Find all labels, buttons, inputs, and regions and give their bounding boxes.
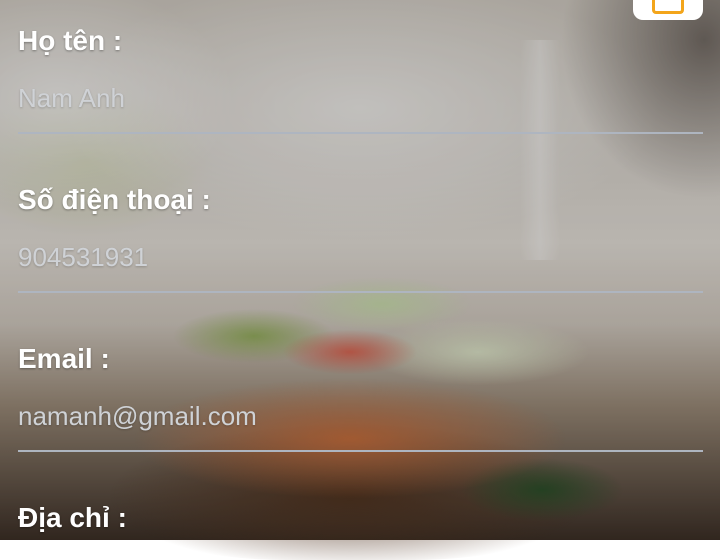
name-field: Họ tên : Nam Anh [18, 25, 703, 134]
email-field: Email : namanh@gmail.com [18, 343, 703, 452]
phone-input[interactable]: 904531931 [18, 242, 148, 273]
folder-icon [652, 0, 684, 14]
email-input[interactable]: namanh@gmail.com [18, 401, 257, 432]
name-input[interactable]: Nam Anh [18, 83, 125, 114]
address-field: Địa chỉ : [18, 502, 703, 534]
phone-field: Số điện thoại : 904531931 [18, 184, 703, 293]
email-underline [18, 450, 703, 452]
name-underline [18, 132, 703, 134]
name-label: Họ tên : [18, 25, 123, 56]
phone-label: Số điện thoại : [18, 184, 211, 215]
email-label: Email : [18, 343, 110, 374]
top-right-button[interactable] [633, 0, 703, 20]
address-label: Địa chỉ : [18, 502, 127, 533]
phone-underline [18, 291, 703, 293]
